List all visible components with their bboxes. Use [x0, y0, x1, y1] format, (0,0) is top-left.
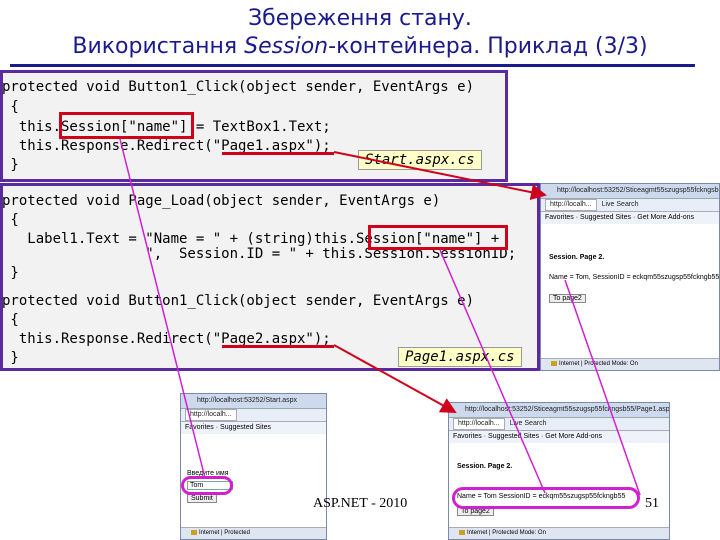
- page-heading: Session. Page 2.: [457, 463, 513, 470]
- session-name-highlight-start: [59, 112, 194, 139]
- browser-status-bar: Internet | Protected: [181, 527, 326, 539]
- session-label-highlight: [452, 487, 640, 509]
- browser-address-bar[interactable]: http://localhost:53252/Sticeagmt55szugsp…: [449, 403, 669, 418]
- browser-tab[interactable]: http://localh...: [185, 409, 237, 421]
- browser-tab-strip: http://localh...: [181, 409, 326, 422]
- browser-content: Session. Page 2. Name = Tom, SessionID =…: [541, 224, 719, 359]
- security-icon: [459, 529, 465, 535]
- search-box[interactable]: Live Search: [602, 201, 639, 208]
- browser-window-page2: http://localhost:53252/Sticeagmt55szugsp…: [448, 402, 670, 540]
- addons-link[interactable]: Get More Add-ons: [545, 433, 602, 440]
- start-code-line-1: protected void Button1_Click(object send…: [2, 79, 475, 95]
- start-code-line-2: {: [2, 99, 19, 115]
- name-input-highlight: [181, 476, 233, 495]
- browser-tab[interactable]: http://localh...: [545, 199, 597, 211]
- security-icon: [551, 360, 557, 366]
- status-text: Internet | Protected Mode: On: [467, 530, 546, 536]
- title-part-session: Session: [244, 34, 329, 59]
- session-label: Name = Tom, SessionID = eckqm55szugsp55f…: [549, 274, 720, 281]
- title-underline: [10, 64, 695, 67]
- session-name-highlight-page1: [368, 225, 508, 250]
- favorites-link[interactable]: Favorites: [185, 424, 214, 431]
- slide-title-line1: Збереження стану.: [248, 6, 472, 31]
- page1-code-line-7: protected void Button1_Click(object send…: [2, 293, 475, 309]
- browser-status-bar: Internet | Protected Mode: On: [541, 358, 719, 370]
- browser-address-bar[interactable]: http://localhost:53252/Start.aspx: [181, 394, 326, 409]
- browser-tab-strip: http://localh... Live Search: [541, 199, 719, 212]
- footer-center: ASP.NET - 2010: [313, 496, 408, 511]
- suggested-sites-link[interactable]: Suggested Sites: [220, 424, 271, 431]
- title-part-c: -контейнера. Приклад (3/3): [328, 34, 648, 59]
- page1-code-line-1: protected void Page_Load(object sender, …: [2, 193, 441, 209]
- page1-file-tag: Page1.aspx.cs: [398, 347, 522, 367]
- browser-status-bar: Internet | Protected Mode: On: [449, 527, 669, 539]
- browser-window-page1: http://localhost:53252/Sticeagmt55szugsp…: [540, 183, 720, 371]
- page1-code-line-8: {: [2, 312, 19, 328]
- title-part-a: Використання: [72, 34, 245, 59]
- browser-tab-strip: http://localh... Live Search: [449, 418, 669, 431]
- addons-link[interactable]: Get More Add-ons: [637, 214, 694, 221]
- start-code-line-5: }: [2, 157, 19, 173]
- browser-window-start: http://localhost:53252/Start.aspx http:/…: [180, 393, 327, 540]
- page2-url-underline: [222, 345, 334, 348]
- suggested-sites-link[interactable]: Suggested Sites: [488, 433, 539, 440]
- slide-title-line2: Використання Session-контейнера. Приклад…: [0, 33, 720, 61]
- favorites-link[interactable]: Favorites: [545, 214, 574, 221]
- favorites-link[interactable]: Favorites: [453, 433, 482, 440]
- browser-tab[interactable]: http://localh...: [453, 418, 505, 430]
- page1-code-line-2: {: [2, 212, 19, 228]
- submit-button[interactable]: Submit: [187, 494, 217, 503]
- search-box[interactable]: Live Search: [510, 420, 547, 427]
- page-number: 51: [645, 496, 659, 511]
- page1-code-line-10: }: [2, 350, 19, 366]
- suggested-sites-link[interactable]: Suggested Sites: [580, 214, 631, 221]
- page1-url-underline: [222, 152, 334, 155]
- status-text: Internet | Protected: [199, 530, 250, 536]
- page1-code-line-5: }: [2, 265, 19, 281]
- status-text: Internet | Protected Mode: On: [559, 361, 638, 367]
- browser-content: Session. Page 2. Name = Tom SessionID = …: [449, 443, 669, 528]
- security-icon: [191, 529, 197, 535]
- browser-address-bar[interactable]: http://localhost:53252/Sticeagmt55szugsp…: [541, 184, 719, 199]
- page-heading: Session. Page 2.: [549, 254, 605, 261]
- to-page2-button[interactable]: To page2: [549, 294, 586, 303]
- start-file-tag: Start.aspx.cs: [358, 150, 482, 170]
